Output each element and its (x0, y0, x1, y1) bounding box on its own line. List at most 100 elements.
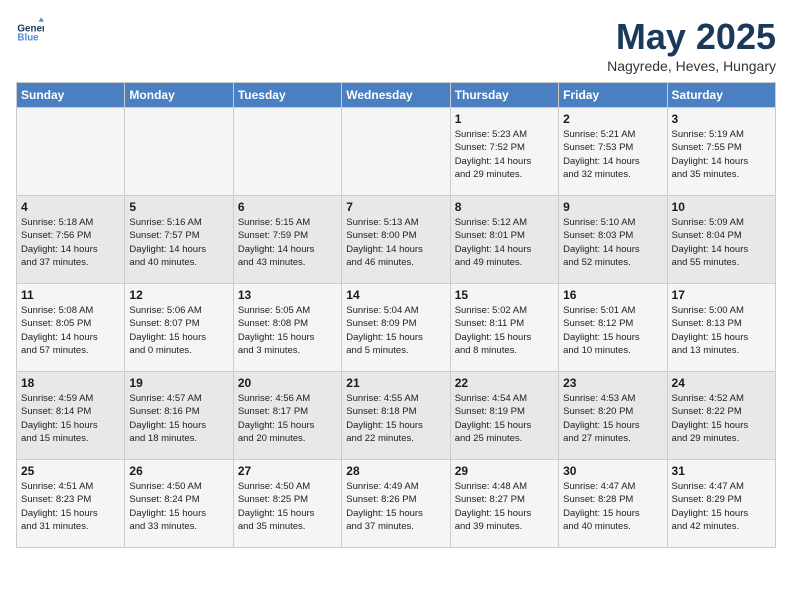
day-number: 22 (455, 376, 554, 390)
table-row (17, 108, 125, 196)
day-info: Sunrise: 4:49 AMSunset: 8:26 PMDaylight:… (346, 480, 445, 533)
day-number: 31 (672, 464, 771, 478)
day-info: Sunrise: 5:05 AMSunset: 8:08 PMDaylight:… (238, 304, 337, 357)
day-info: Sunrise: 5:00 AMSunset: 8:13 PMDaylight:… (672, 304, 771, 357)
day-number: 10 (672, 200, 771, 214)
day-info: Sunrise: 4:47 AMSunset: 8:28 PMDaylight:… (563, 480, 662, 533)
day-number: 27 (238, 464, 337, 478)
day-info: Sunrise: 4:55 AMSunset: 8:18 PMDaylight:… (346, 392, 445, 445)
table-row: 8 Sunrise: 5:12 AMSunset: 8:01 PMDaylight… (450, 196, 558, 284)
table-row: 20 Sunrise: 4:56 AMSunset: 8:17 PMDayligh… (233, 372, 341, 460)
col-sunday: Sunday (17, 83, 125, 108)
table-row: 30 Sunrise: 4:47 AMSunset: 8:28 PMDayligh… (559, 460, 667, 548)
table-row: 25 Sunrise: 4:51 AMSunset: 8:23 PMDayligh… (17, 460, 125, 548)
day-number: 4 (21, 200, 120, 214)
day-info: Sunrise: 5:15 AMSunset: 7:59 PMDaylight:… (238, 216, 337, 269)
day-info: Sunrise: 5:19 AMSunset: 7:55 PMDaylight:… (672, 128, 771, 181)
table-row: 24 Sunrise: 4:52 AMSunset: 8:22 PMDayligh… (667, 372, 775, 460)
col-saturday: Saturday (667, 83, 775, 108)
day-info: Sunrise: 4:56 AMSunset: 8:17 PMDaylight:… (238, 392, 337, 445)
day-number: 5 (129, 200, 228, 214)
col-tuesday: Tuesday (233, 83, 341, 108)
day-info: Sunrise: 4:47 AMSunset: 8:29 PMDaylight:… (672, 480, 771, 533)
day-info: Sunrise: 5:08 AMSunset: 8:05 PMDaylight:… (21, 304, 120, 357)
day-info: Sunrise: 5:02 AMSunset: 8:11 PMDaylight:… (455, 304, 554, 357)
day-number: 12 (129, 288, 228, 302)
day-number: 6 (238, 200, 337, 214)
day-number: 21 (346, 376, 445, 390)
day-number: 23 (563, 376, 662, 390)
table-row: 27 Sunrise: 4:50 AMSunset: 8:25 PMDayligh… (233, 460, 341, 548)
day-number: 13 (238, 288, 337, 302)
day-number: 2 (563, 112, 662, 126)
day-number: 11 (21, 288, 120, 302)
table-row: 31 Sunrise: 4:47 AMSunset: 8:29 PMDayligh… (667, 460, 775, 548)
day-info: Sunrise: 5:16 AMSunset: 7:57 PMDaylight:… (129, 216, 228, 269)
day-info: Sunrise: 4:50 AMSunset: 8:25 PMDaylight:… (238, 480, 337, 533)
day-number: 18 (21, 376, 120, 390)
day-number: 9 (563, 200, 662, 214)
day-number: 17 (672, 288, 771, 302)
table-row: 18Sunrise: 4:59 AMSunset: 8:14 PMDayligh… (17, 372, 125, 460)
col-wednesday: Wednesday (342, 83, 450, 108)
day-info: Sunrise: 5:13 AMSunset: 8:00 PMDaylight:… (346, 216, 445, 269)
table-row: 16 Sunrise: 5:01 AMSunset: 8:12 PMDayligh… (559, 284, 667, 372)
table-row: 11 Sunrise: 5:08 AMSunset: 8:05 PMDayligh… (17, 284, 125, 372)
table-row: 9 Sunrise: 5:10 AMSunset: 8:03 PMDaylight… (559, 196, 667, 284)
day-number: 3 (672, 112, 771, 126)
table-row: 6 Sunrise: 5:15 AMSunset: 7:59 PMDaylight… (233, 196, 341, 284)
day-number: 26 (129, 464, 228, 478)
day-number: 19 (129, 376, 228, 390)
table-row: 4 Sunrise: 5:18 AMSunset: 7:56 PMDaylight… (17, 196, 125, 284)
calendar-week-row: 18Sunrise: 4:59 AMSunset: 8:14 PMDayligh… (17, 372, 776, 460)
table-row: 21 Sunrise: 4:55 AMSunset: 8:18 PMDayligh… (342, 372, 450, 460)
day-info: Sunrise: 5:12 AMSunset: 8:01 PMDaylight:… (455, 216, 554, 269)
table-row: 5 Sunrise: 5:16 AMSunset: 7:57 PMDaylight… (125, 196, 233, 284)
day-info: Sunrise: 5:23 AMSunset: 7:52 PMDaylight:… (455, 128, 554, 181)
table-row: 13 Sunrise: 5:05 AMSunset: 8:08 PMDayligh… (233, 284, 341, 372)
day-number: 24 (672, 376, 771, 390)
table-row: 10 Sunrise: 5:09 AMSunset: 8:04 PMDayligh… (667, 196, 775, 284)
col-friday: Friday (559, 83, 667, 108)
col-thursday: Thursday (450, 83, 558, 108)
col-monday: Monday (125, 83, 233, 108)
day-number: 20 (238, 376, 337, 390)
title-block: May 2025 Nagyrede, Heves, Hungary (607, 16, 776, 74)
day-number: 15 (455, 288, 554, 302)
table-row: 12 Sunrise: 5:06 AMSunset: 8:07 PMDayligh… (125, 284, 233, 372)
calendar-header-row: Sunday Monday Tuesday Wednesday Thursday… (17, 83, 776, 108)
day-info: Sunrise: 4:51 AMSunset: 8:23 PMDaylight:… (21, 480, 120, 533)
table-row: 17 Sunrise: 5:00 AMSunset: 8:13 PMDayligh… (667, 284, 775, 372)
calendar-week-row: 11 Sunrise: 5:08 AMSunset: 8:05 PMDayligh… (17, 284, 776, 372)
table-row: 28 Sunrise: 4:49 AMSunset: 8:26 PMDayligh… (342, 460, 450, 548)
day-number: 7 (346, 200, 445, 214)
table-row: 3 Sunrise: 5:19 AMSunset: 7:55 PMDaylight… (667, 108, 775, 196)
day-number: 28 (346, 464, 445, 478)
day-info: Sunrise: 5:18 AMSunset: 7:56 PMDaylight:… (21, 216, 120, 269)
day-info: Sunrise: 4:50 AMSunset: 8:24 PMDaylight:… (129, 480, 228, 533)
page-header: General Blue May 2025 Nagyrede, Heves, H… (16, 16, 776, 74)
day-number: 29 (455, 464, 554, 478)
day-number: 25 (21, 464, 120, 478)
logo: General Blue (16, 16, 46, 44)
table-row (125, 108, 233, 196)
day-info: Sunrise: 5:06 AMSunset: 8:07 PMDaylight:… (129, 304, 228, 357)
calendar-subtitle: Nagyrede, Heves, Hungary (607, 58, 776, 74)
day-number: 8 (455, 200, 554, 214)
calendar-week-row: 1Sunrise: 5:23 AMSunset: 7:52 PMDaylight… (17, 108, 776, 196)
day-info: Sunrise: 5:10 AMSunset: 8:03 PMDaylight:… (563, 216, 662, 269)
calendar-title: May 2025 (607, 16, 776, 58)
table-row (342, 108, 450, 196)
day-info: Sunrise: 4:48 AMSunset: 8:27 PMDaylight:… (455, 480, 554, 533)
logo-icon: General Blue (16, 16, 44, 44)
day-info: Sunrise: 4:52 AMSunset: 8:22 PMDaylight:… (672, 392, 771, 445)
table-row: 19Sunrise: 4:57 AMSunset: 8:16 PMDayligh… (125, 372, 233, 460)
day-info: Sunrise: 5:09 AMSunset: 8:04 PMDaylight:… (672, 216, 771, 269)
table-row: 15 Sunrise: 5:02 AMSunset: 8:11 PMDayligh… (450, 284, 558, 372)
table-row: 14Sunrise: 5:04 AMSunset: 8:09 PMDayligh… (342, 284, 450, 372)
day-number: 14 (346, 288, 445, 302)
day-info: Sunrise: 5:01 AMSunset: 8:12 PMDaylight:… (563, 304, 662, 357)
table-row: 23Sunrise: 4:53 AMSunset: 8:20 PMDayligh… (559, 372, 667, 460)
day-number: 16 (563, 288, 662, 302)
day-number: 30 (563, 464, 662, 478)
